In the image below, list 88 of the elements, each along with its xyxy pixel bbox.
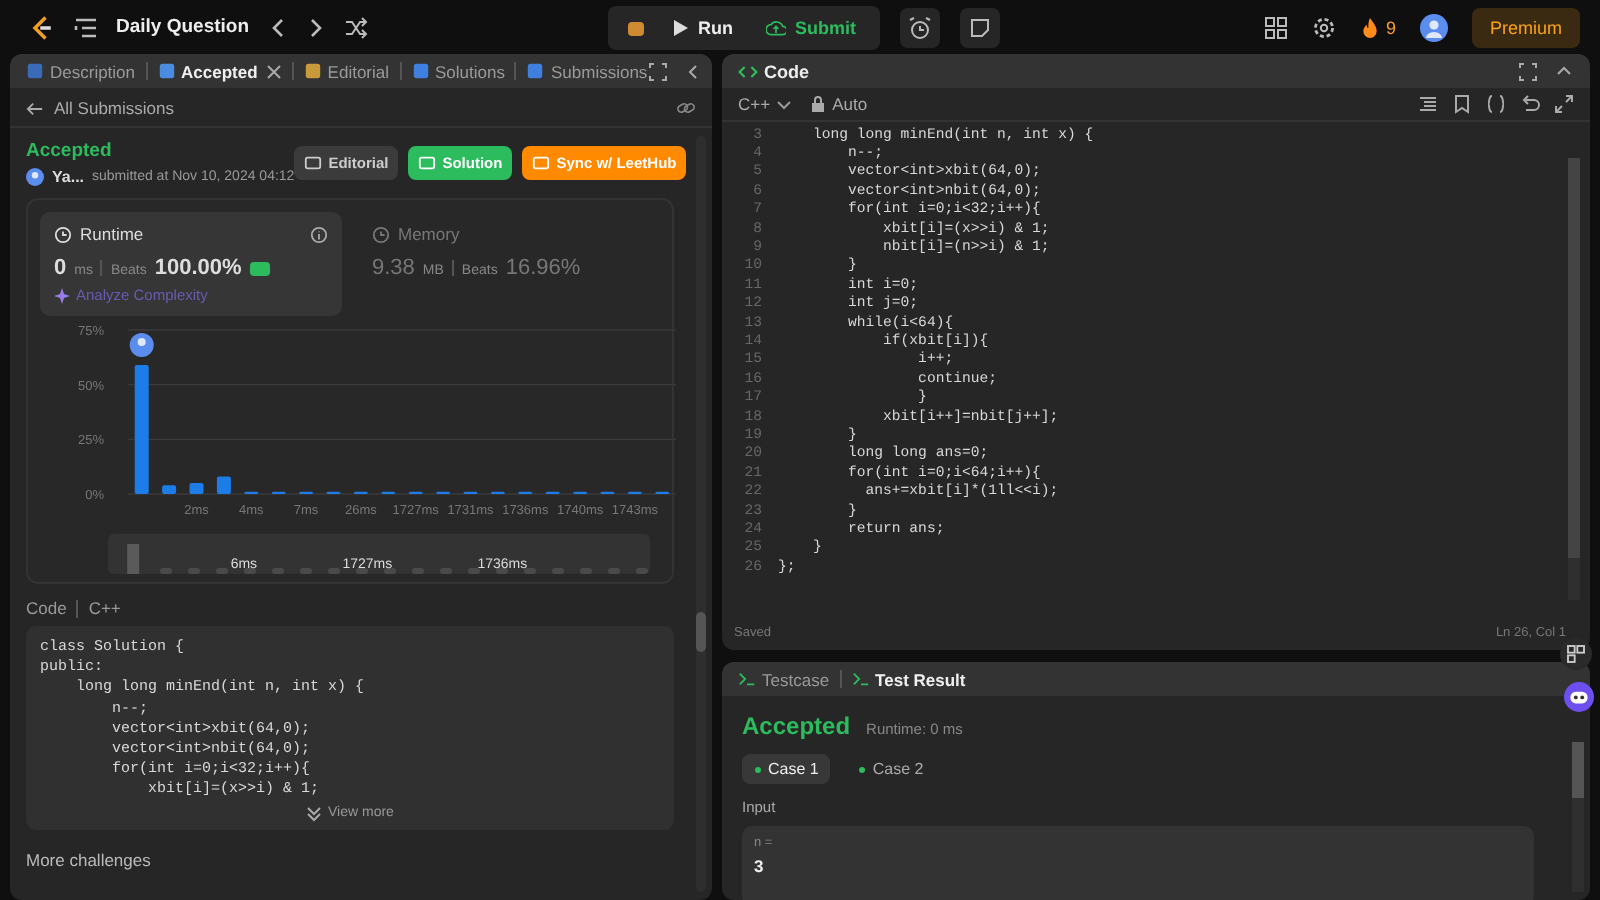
panel-tab[interactable]: Submissions bbox=[526, 61, 648, 81]
clock-icon bbox=[372, 225, 390, 243]
chart-bar bbox=[134, 365, 149, 494]
section-title: More challenges bbox=[26, 849, 153, 870]
chevron-down-icon bbox=[776, 96, 793, 112]
chevron-left-icon[interactable] bbox=[267, 17, 288, 37]
mode-label[interactable]: Auto bbox=[810, 94, 868, 114]
logo-icon[interactable] bbox=[28, 13, 56, 41]
slider-handle[interactable] bbox=[127, 544, 140, 574]
arrow-left-icon bbox=[26, 99, 44, 117]
code-label: Code bbox=[26, 598, 67, 618]
variable-value: 3 bbox=[754, 856, 766, 876]
status-dot-icon bbox=[858, 765, 867, 773]
button-icon bbox=[418, 154, 437, 172]
panel-title: Code bbox=[738, 61, 809, 81]
terminal-icon bbox=[738, 670, 756, 688]
alarm-clock-button[interactable] bbox=[900, 7, 940, 47]
panel-tab[interactable]: Accepted bbox=[157, 61, 258, 81]
alarm-clock-icon bbox=[908, 15, 932, 39]
robot-icon[interactable] bbox=[1564, 682, 1594, 712]
settings-icon[interactable] bbox=[1311, 15, 1336, 39]
user-avatar-icon bbox=[26, 168, 44, 186]
info-icon[interactable] bbox=[310, 225, 328, 243]
format-icon[interactable] bbox=[1418, 94, 1438, 114]
clock-icon bbox=[54, 225, 72, 243]
panel-tab[interactable]: Test Result bbox=[851, 669, 966, 689]
streak-count[interactable]: 9 bbox=[1385, 17, 1396, 37]
badge-icon bbox=[249, 261, 270, 275]
metric-value: 0 bbox=[54, 256, 67, 280]
language-dropdown[interactable]: C++ bbox=[738, 94, 793, 114]
back-link[interactable]: All Submissions bbox=[26, 98, 174, 118]
submit-button[interactable]: Submit bbox=[757, 13, 864, 41]
chevron-right-icon[interactable] bbox=[305, 17, 326, 37]
close-icon[interactable] bbox=[265, 63, 282, 79]
shuffle-icon[interactable] bbox=[343, 15, 368, 39]
fullscreen-icon[interactable] bbox=[1554, 94, 1574, 114]
panel-tab[interactable]: Testcase bbox=[738, 669, 830, 689]
undo-icon[interactable] bbox=[1520, 94, 1540, 114]
metric-value: 9.38 bbox=[372, 256, 415, 280]
panel-tab[interactable]: Editorial bbox=[303, 61, 390, 81]
play-icon bbox=[672, 19, 688, 35]
bookmark-icon[interactable] bbox=[1452, 94, 1472, 114]
grid-icon[interactable] bbox=[1263, 15, 1288, 39]
scrollbar[interactable] bbox=[696, 136, 706, 892]
status-dot-icon bbox=[754, 765, 762, 773]
sparkle-icon bbox=[54, 287, 70, 303]
user-name[interactable]: Ya... bbox=[52, 168, 85, 186]
note-button[interactable] bbox=[960, 7, 1000, 47]
lock-icon bbox=[810, 96, 827, 112]
button-icon bbox=[532, 154, 551, 172]
result-status: Accepted bbox=[742, 712, 851, 740]
cloud-upload-icon bbox=[765, 17, 785, 37]
tab-icon bbox=[303, 62, 322, 80]
tab-icon bbox=[526, 62, 545, 80]
chart-bar bbox=[162, 485, 177, 494]
panel-tab[interactable]: Description bbox=[26, 61, 136, 81]
expand-icon[interactable] bbox=[1518, 61, 1538, 81]
scrollbar[interactable] bbox=[1572, 742, 1584, 892]
double-chevron-icon bbox=[306, 805, 323, 822]
user-avatar-icon bbox=[129, 333, 154, 357]
link-icon[interactable] bbox=[676, 98, 696, 118]
chart-bar bbox=[189, 483, 204, 494]
case-tab[interactable]: Case 1 bbox=[742, 754, 831, 784]
beats-percent: 16.96% bbox=[505, 256, 581, 280]
premium-button[interactable]: Premium bbox=[1471, 7, 1580, 47]
scrollbar[interactable] bbox=[1568, 158, 1580, 600]
tab-icon bbox=[411, 62, 430, 80]
terminal-icon bbox=[851, 670, 870, 688]
beats-percent: 100.00% bbox=[154, 256, 242, 280]
note-icon bbox=[968, 15, 992, 39]
tab-icon bbox=[157, 62, 176, 80]
chart-bar bbox=[216, 476, 231, 494]
metric-title: Runtime bbox=[80, 224, 144, 244]
tab-icon bbox=[26, 62, 44, 80]
submission-status: Accepted bbox=[26, 140, 114, 162]
run-button[interactable]: Run bbox=[664, 13, 741, 41]
code-icon bbox=[738, 61, 758, 81]
metric-title: Memory bbox=[398, 224, 460, 244]
list-icon[interactable] bbox=[74, 15, 98, 39]
language-label: C++ bbox=[88, 598, 121, 618]
problem-list-title[interactable]: Daily Question bbox=[116, 16, 250, 38]
flame-icon bbox=[1359, 17, 1380, 37]
button-icon bbox=[304, 154, 323, 172]
expand-icon[interactable] bbox=[647, 61, 668, 81]
panel-tab[interactable]: Solutions bbox=[411, 61, 505, 81]
avatar-icon[interactable] bbox=[1419, 13, 1448, 41]
grid-icon[interactable] bbox=[1560, 638, 1592, 670]
case-tab[interactable]: Case 2 bbox=[846, 754, 936, 784]
